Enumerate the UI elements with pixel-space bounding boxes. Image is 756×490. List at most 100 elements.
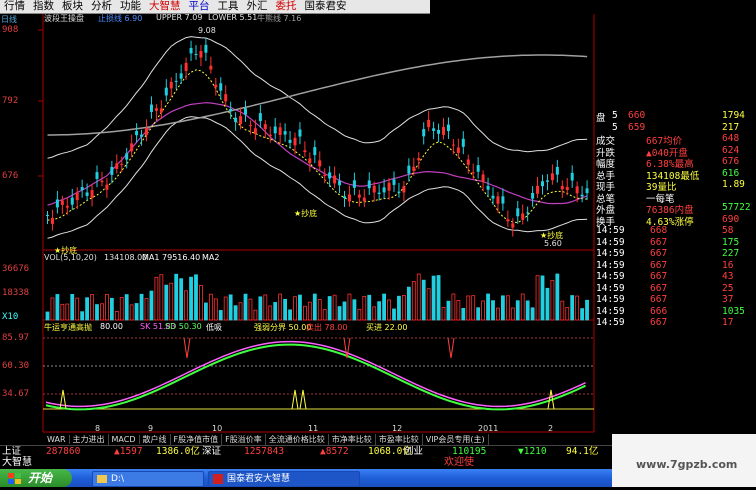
indicator-tab[interactable]: F股净值市值: [171, 433, 223, 445]
quote-row: 总笔 一每笔: [594, 191, 756, 205]
volume-bar: [199, 285, 203, 321]
volume-bar: [352, 299, 357, 321]
candle-body: [456, 147, 460, 153]
menu-bar: 行情 指数 板块 分析 功能 大智慧 平台 工具 外汇 委托 国泰君安: [0, 0, 430, 14]
menu-item[interactable]: 大智慧: [145, 0, 185, 13]
candle-body: [184, 62, 188, 71]
taskbar-item-label: D:\: [111, 474, 124, 484]
volume-bar: [174, 273, 179, 321]
watermark-area: www.7gpzb.com: [612, 434, 756, 487]
volume-bar: [520, 293, 525, 321]
quote-row: 现手 39量比 1.89: [594, 179, 756, 193]
candle-body: [407, 165, 411, 174]
volume-bar: [45, 311, 50, 321]
volume-bar: [540, 275, 545, 321]
volume-bar: [496, 307, 500, 321]
menu-item[interactable]: 国泰君安: [301, 0, 351, 13]
menu-item[interactable]: 工具: [214, 0, 243, 13]
indicator-tab[interactable]: 散户线: [140, 433, 171, 445]
candle-body: [506, 219, 510, 222]
price-axis-label: 908: [2, 25, 19, 35]
candle-body: [402, 186, 406, 193]
candle-body: [417, 158, 421, 161]
volume-bar: [302, 305, 307, 321]
indicator-tab[interactable]: 主力进出: [70, 433, 109, 445]
sd-line: [45, 343, 586, 411]
menu-item[interactable]: 行情: [0, 0, 29, 13]
menu-item[interactable]: 分析: [87, 0, 116, 13]
menu-item[interactable]: 功能: [116, 0, 145, 13]
price-axis-label: 792: [2, 96, 19, 106]
quote-cell: 14:59: [596, 271, 625, 282]
quote-cell: 25: [722, 282, 734, 294]
taskbar-item-explorer[interactable]: D:\: [92, 471, 204, 487]
candle-body: [427, 119, 431, 128]
candle-body: [471, 172, 475, 174]
quote-row: 14:59 667 16: [594, 260, 756, 272]
indicator-tab[interactable]: 市盈率比较: [376, 433, 423, 445]
volume-bar: [357, 308, 362, 321]
candle-body: [110, 166, 114, 175]
volume-bar: [100, 303, 104, 321]
windows-logo-icon: [8, 472, 21, 484]
candle-body: [164, 87, 168, 96]
candle-body: [95, 172, 99, 179]
indicator-tab[interactable]: F股溢价率: [222, 433, 266, 445]
indicator-tab[interactable]: MACD: [109, 434, 140, 444]
volume-bar: [90, 294, 94, 321]
menu-item[interactable]: 委托: [272, 0, 301, 13]
candle-body: [179, 73, 183, 79]
indicator-tab[interactable]: WAR: [44, 434, 70, 444]
volume-bar: [461, 307, 466, 321]
volume-bar: [159, 274, 164, 321]
candle-body: [442, 127, 445, 135]
menu-item[interactable]: 指数: [29, 0, 58, 13]
quote-cell: 37: [722, 294, 734, 305]
quote-cell: 660: [628, 110, 646, 121]
candle-body: [50, 217, 54, 224]
volume-bar: [426, 288, 431, 321]
candle-body: [466, 159, 470, 165]
menu-item[interactable]: 平台: [185, 0, 214, 13]
date-label: 8: [95, 424, 101, 433]
menu-item[interactable]: 外汇: [243, 0, 272, 13]
date-label: 10: [212, 424, 223, 433]
volume-bar: [332, 294, 337, 321]
candle-body: [481, 174, 485, 183]
volume-bar: [312, 293, 317, 321]
indicator-tab[interactable]: VIP会员专用(主): [423, 433, 489, 445]
date-label: 9: [148, 424, 154, 433]
volume-bar: [441, 307, 446, 321]
volume-bar: [342, 301, 347, 321]
candle-body: [412, 166, 416, 171]
quote-cell: 14:59: [596, 294, 625, 305]
quote-cell: 14:59: [596, 248, 625, 259]
indicator-tab[interactable]: 市净率比较: [329, 433, 376, 445]
quote-cell: 624: [722, 144, 740, 156]
quote-cell: 58: [722, 225, 734, 236]
quote-cell: 648: [722, 133, 740, 144]
volume-bar: [129, 304, 134, 321]
indicator-value: 牛熊线 7.16: [257, 14, 302, 23]
quote-row: 换手 4.63%涨停 690: [594, 214, 756, 228]
candle-body: [258, 113, 262, 122]
taskbar-item-app[interactable]: 国泰君安大智慧: [208, 471, 360, 487]
candle-body: [516, 208, 520, 217]
indicator-tab[interactable]: 全流通价格比较: [266, 433, 329, 445]
candle-body: [263, 124, 267, 130]
indicator-value: UPPER 7.09: [156, 13, 203, 22]
quote-cell: 667: [650, 236, 668, 248]
app-icon: [213, 473, 223, 484]
buy-signal-mark: [299, 389, 307, 410]
volume-bar: [505, 295, 510, 321]
candle-body: [511, 223, 515, 228]
menu-item[interactable]: 板块: [58, 0, 87, 13]
candle-body: [46, 215, 49, 216]
candle-body: [367, 180, 371, 189]
volume-bar: [456, 300, 461, 321]
start-button[interactable]: 开始: [0, 469, 72, 487]
volume-bar: [70, 294, 75, 321]
volume-axis-label: X10: [2, 312, 19, 322]
candle-body: [209, 65, 213, 70]
volume-bar: [105, 293, 109, 321]
